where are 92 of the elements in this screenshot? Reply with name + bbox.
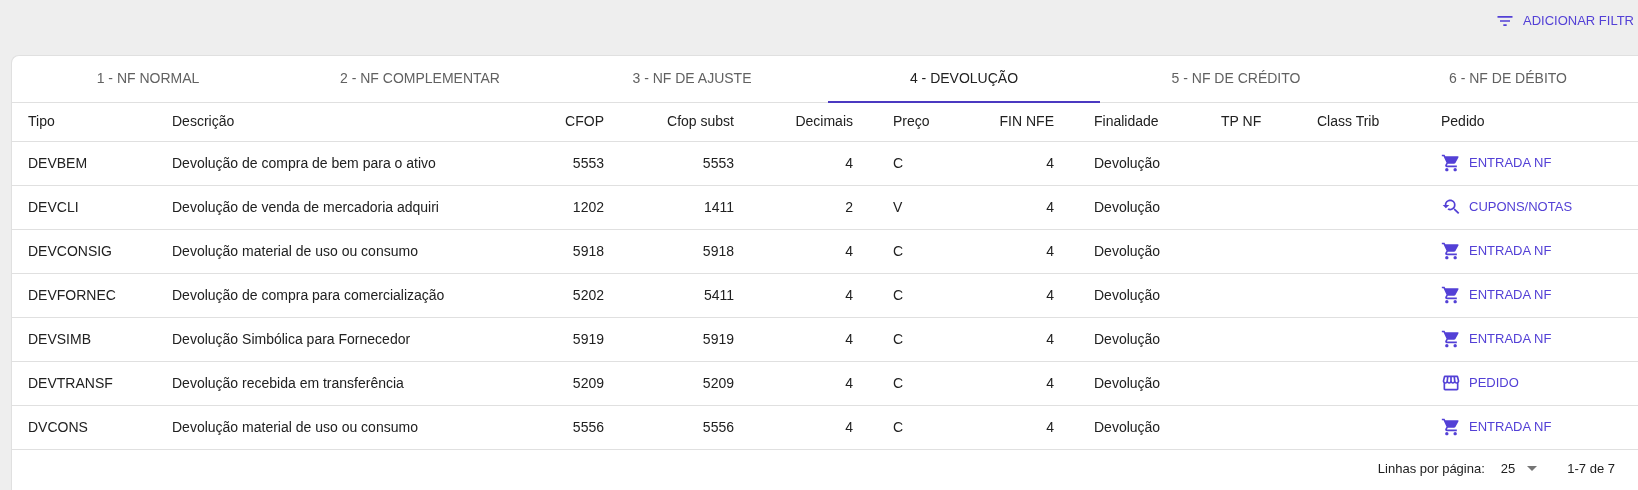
table-cell: 5919 (572, 330, 604, 347)
table-cell: Devolução (1094, 286, 1161, 303)
table-cell: 1411 (703, 198, 734, 215)
column-header: Preço (893, 113, 930, 130)
table-cell: 4 (845, 286, 853, 303)
table-cell: 4 (1046, 418, 1054, 435)
table-cell: Devolução (1094, 374, 1161, 391)
table-cell: Devolução de venda de mercadoria adquiri (172, 198, 439, 215)
table-cell: 2 (845, 198, 853, 215)
tab[interactable]: 2 - NF COMPLEMENTAR (284, 56, 556, 103)
column-header: FIN NFE (999, 113, 1054, 130)
table-cell: C (893, 418, 904, 435)
column-header: Descrição (172, 113, 235, 130)
table-cell: DEVCLI (28, 198, 79, 215)
table-cell: 5209 (702, 374, 734, 391)
table-cell: 5411 (703, 286, 734, 303)
pedido-link[interactable]: CUPONS/NOTAS (1441, 197, 1573, 217)
caret-icon (1527, 466, 1538, 471)
table-cell: 5918 (702, 242, 734, 259)
table-cell: 4 (1046, 154, 1054, 171)
column-header: Pedido (1441, 113, 1485, 130)
column-header: Tipo (28, 113, 55, 130)
column-header: Cfop subst (667, 113, 734, 130)
table-cell: 4 (845, 418, 853, 435)
table-cell: DVCONS (28, 418, 88, 435)
column-header: Class Trib (1317, 113, 1380, 130)
table-cell: DEVCONSIG (28, 242, 112, 259)
table-cell: Devolução Simbólica para Fornecedor (172, 330, 411, 347)
table-cell: 4 (845, 330, 853, 347)
table-cell: Devolução de compra para comercialização (172, 286, 445, 303)
storefront-icon (1441, 373, 1461, 393)
tab[interactable]: 3 - NF DE AJUSTE (556, 56, 828, 103)
pedido-link[interactable]: ENTRADA NF (1441, 153, 1552, 173)
table-cell: Devolução (1094, 330, 1161, 347)
cart-icon (1441, 417, 1461, 437)
table-cell: 4 (1046, 286, 1054, 303)
table-cell: 4 (845, 374, 853, 391)
table-cell: DEVBEM (28, 154, 88, 171)
pedido-link[interactable]: ENTRADA NF (1441, 329, 1552, 349)
table-cell: 4 (845, 154, 853, 171)
table-cell: Devolução de compra de bem para o ativo (172, 154, 436, 171)
table-cell: Devolução (1094, 154, 1161, 171)
table-cell: V (893, 198, 903, 215)
tab[interactable]: 6 - NF DE DÉBITO (1372, 56, 1638, 103)
pedido-link[interactable]: ENTRADA NF (1441, 417, 1552, 437)
table-cell: Devolução (1094, 418, 1161, 435)
table-cell: C (893, 154, 904, 171)
column-header: TP NF (1221, 113, 1262, 130)
table-cell: DEVTRANSF (28, 374, 113, 391)
table-cell: 5918 (572, 242, 604, 259)
search-refresh-icon (1441, 197, 1461, 217)
page-range: 1-7 de 7 (1567, 459, 1615, 478)
column-header: Decimais (795, 113, 853, 130)
table-cell: Devolução (1094, 242, 1161, 259)
table-cell: C (893, 286, 904, 303)
rows-per-page-select[interactable]: 25 (1500, 458, 1538, 479)
table-cell: 4 (845, 242, 853, 259)
table-cell: C (893, 330, 904, 347)
table-cell: 5209 (572, 374, 604, 391)
table-cell: Devolução material de uso ou consumo (172, 242, 418, 259)
table-cell: C (893, 374, 904, 391)
table-cell: 5202 (572, 286, 604, 303)
table-cell: C (893, 242, 904, 259)
pedido-link[interactable]: PEDIDO (1441, 373, 1519, 393)
cart-icon (1441, 285, 1461, 305)
table-cell: 5919 (702, 330, 734, 347)
rows-per-page-label: Linhas por página: (1377, 459, 1485, 478)
table-cell: 5553 (572, 154, 604, 171)
table-cell: Devolução material de uso ou consumo (172, 418, 418, 435)
tab[interactable]: 4 - DEVOLUÇÃO (828, 56, 1100, 103)
table-cell: 5556 (572, 418, 604, 435)
cart-icon (1441, 329, 1461, 349)
table-cell: Devolução (1094, 198, 1161, 215)
table-cell: 1202 (572, 198, 604, 215)
table-cell: 4 (1046, 198, 1054, 215)
table-cell: Devolução recebida em transferência (172, 374, 404, 391)
table-cell: 4 (1046, 330, 1054, 347)
table-cell: DEVFORNEC (28, 286, 116, 303)
cart-icon (1441, 153, 1461, 173)
table-cell: DEVSIMB (28, 330, 91, 347)
add-filter-button[interactable]: ADICIONAR FILTR (1483, 10, 1634, 32)
table-cell: 4 (1046, 374, 1054, 391)
column-header: CFOP (565, 113, 604, 130)
table-cell: 4 (1046, 242, 1054, 259)
table-cell: 5556 (702, 418, 734, 435)
table-cell: 5553 (702, 154, 734, 171)
tab[interactable]: 1 - NF NORMAL (12, 56, 284, 103)
column-header: Finalidade (1094, 113, 1159, 130)
pedido-link[interactable]: ENTRADA NF (1441, 241, 1552, 261)
cart-icon (1441, 241, 1461, 261)
pedido-link[interactable]: ENTRADA NF (1441, 285, 1552, 305)
tab[interactable]: 5 - NF DE CRÉDITO (1100, 56, 1372, 103)
